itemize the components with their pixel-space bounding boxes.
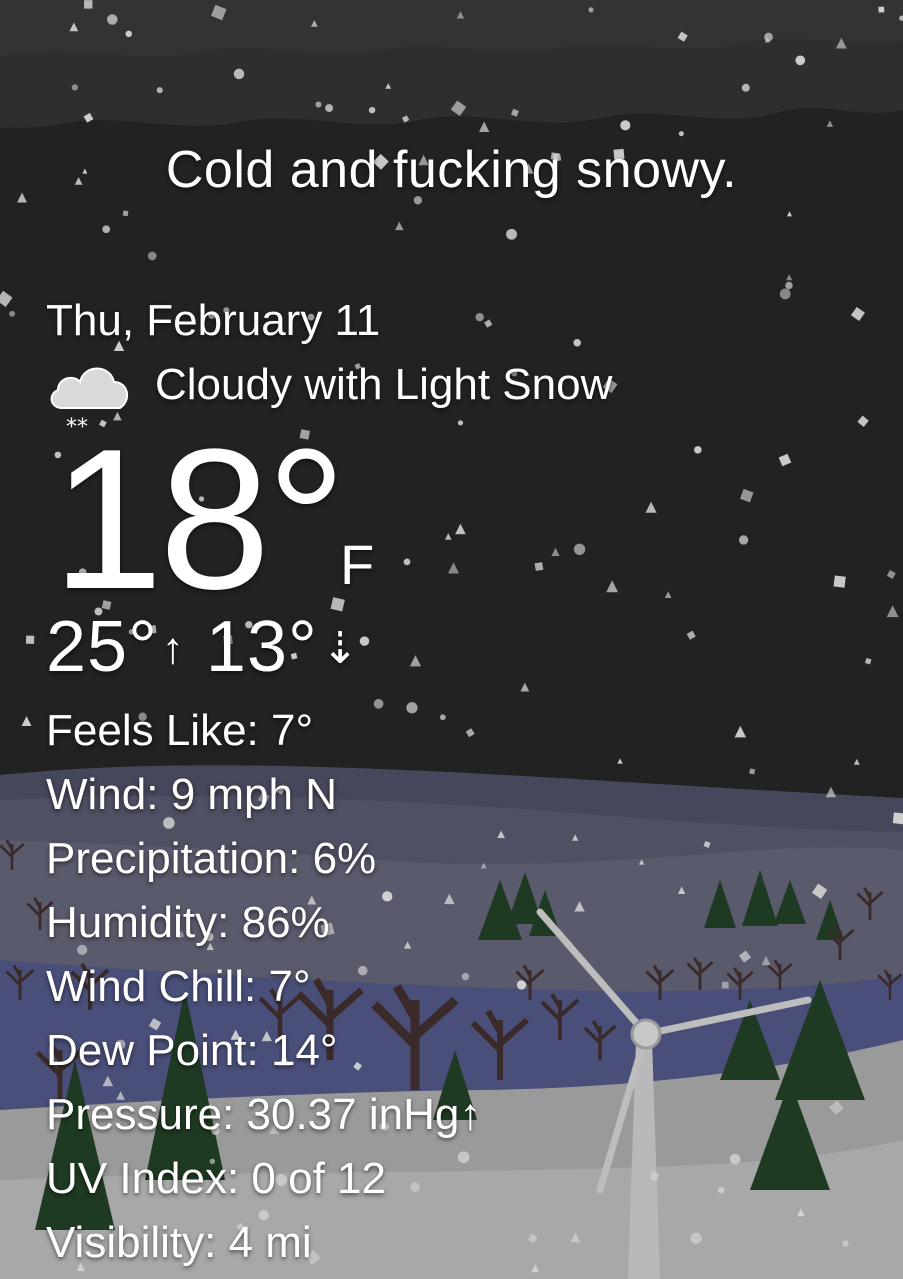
snowflake (795, 55, 806, 66)
snowflake (749, 768, 756, 775)
detail-wind: Wind: 9 mph N (46, 770, 337, 819)
snowflake (588, 7, 594, 13)
detail-pressure: Pressure: 30.37 inHg↑ (46, 1090, 482, 1139)
weather-screen: Cold and fucking snowy. Thu, February 11… (0, 0, 903, 1279)
snowflake (410, 1182, 420, 1193)
snowflake (382, 891, 393, 902)
snowflake (534, 562, 544, 571)
snowflake (573, 543, 586, 556)
detail-feels-like: Feels Like: 7° (46, 706, 314, 755)
snowflake (406, 702, 418, 714)
snowflake (403, 558, 411, 566)
snowflake (779, 288, 791, 300)
detail-humidity: Humidity: 86% (46, 898, 330, 947)
snowflake (721, 981, 729, 989)
snowflake (325, 104, 334, 113)
arrow-down-icon: ⇣ (321, 624, 360, 673)
snowflake (878, 6, 885, 13)
snowflake (833, 575, 846, 588)
high-temperature: 25° (46, 607, 158, 687)
snowflake (233, 68, 245, 80)
snowflake (461, 972, 470, 981)
snowflake (741, 83, 750, 92)
snowflake (694, 446, 702, 454)
detail-visibility: Visibility: 4 mi (46, 1218, 312, 1267)
snowflake (368, 106, 376, 114)
snowflake (156, 87, 163, 94)
weather-tagline: Cold and fucking snowy. (165, 141, 738, 199)
detail-wind-chill: Wind Chill: 7° (46, 962, 311, 1011)
snowflake (125, 30, 132, 38)
snowflake (122, 210, 129, 217)
snowflake (717, 1186, 725, 1194)
low-temperature: 13° (205, 607, 318, 687)
snowflake (573, 338, 581, 347)
snowflake (84, 0, 93, 9)
snowflake (359, 636, 370, 646)
temperature-unit: F (340, 533, 375, 596)
snowflake (457, 420, 464, 426)
detail-dew-point: Dew Point: 14° (46, 1026, 338, 1075)
snowflake (620, 120, 631, 131)
snowflake (373, 698, 384, 709)
snowflake (107, 14, 118, 25)
forecast-date: Thu, February 11 (46, 296, 381, 345)
snowflake (892, 812, 903, 825)
snowflake (9, 310, 16, 317)
snowflake (26, 635, 35, 644)
condition-text: Cloudy with Light Snow (155, 360, 613, 409)
snowflake (147, 251, 157, 261)
snowflake (315, 101, 322, 108)
snowflake (102, 225, 111, 234)
arrow-up-icon: ↑ (161, 624, 185, 673)
detail-precipitation: Precipitation: 6% (46, 834, 377, 883)
snowflake (516, 980, 527, 990)
detail-uv-index: UV Index: 0 of 12 (46, 1154, 386, 1203)
snowflake (506, 228, 517, 240)
snowflake (785, 281, 793, 290)
snowflake (475, 312, 484, 322)
snowflake (842, 1240, 849, 1247)
snowflake (690, 1232, 702, 1244)
snowflake (738, 535, 749, 545)
snowflake (457, 1151, 470, 1164)
snowflake (439, 714, 446, 721)
snowflake (678, 131, 684, 137)
snowflake (357, 965, 368, 976)
snowflake (71, 84, 78, 91)
high-low-temperatures: 25°↑ 13°⇣ (46, 606, 360, 688)
current-temperature: 18° (52, 408, 346, 631)
snowflake (729, 1153, 741, 1165)
